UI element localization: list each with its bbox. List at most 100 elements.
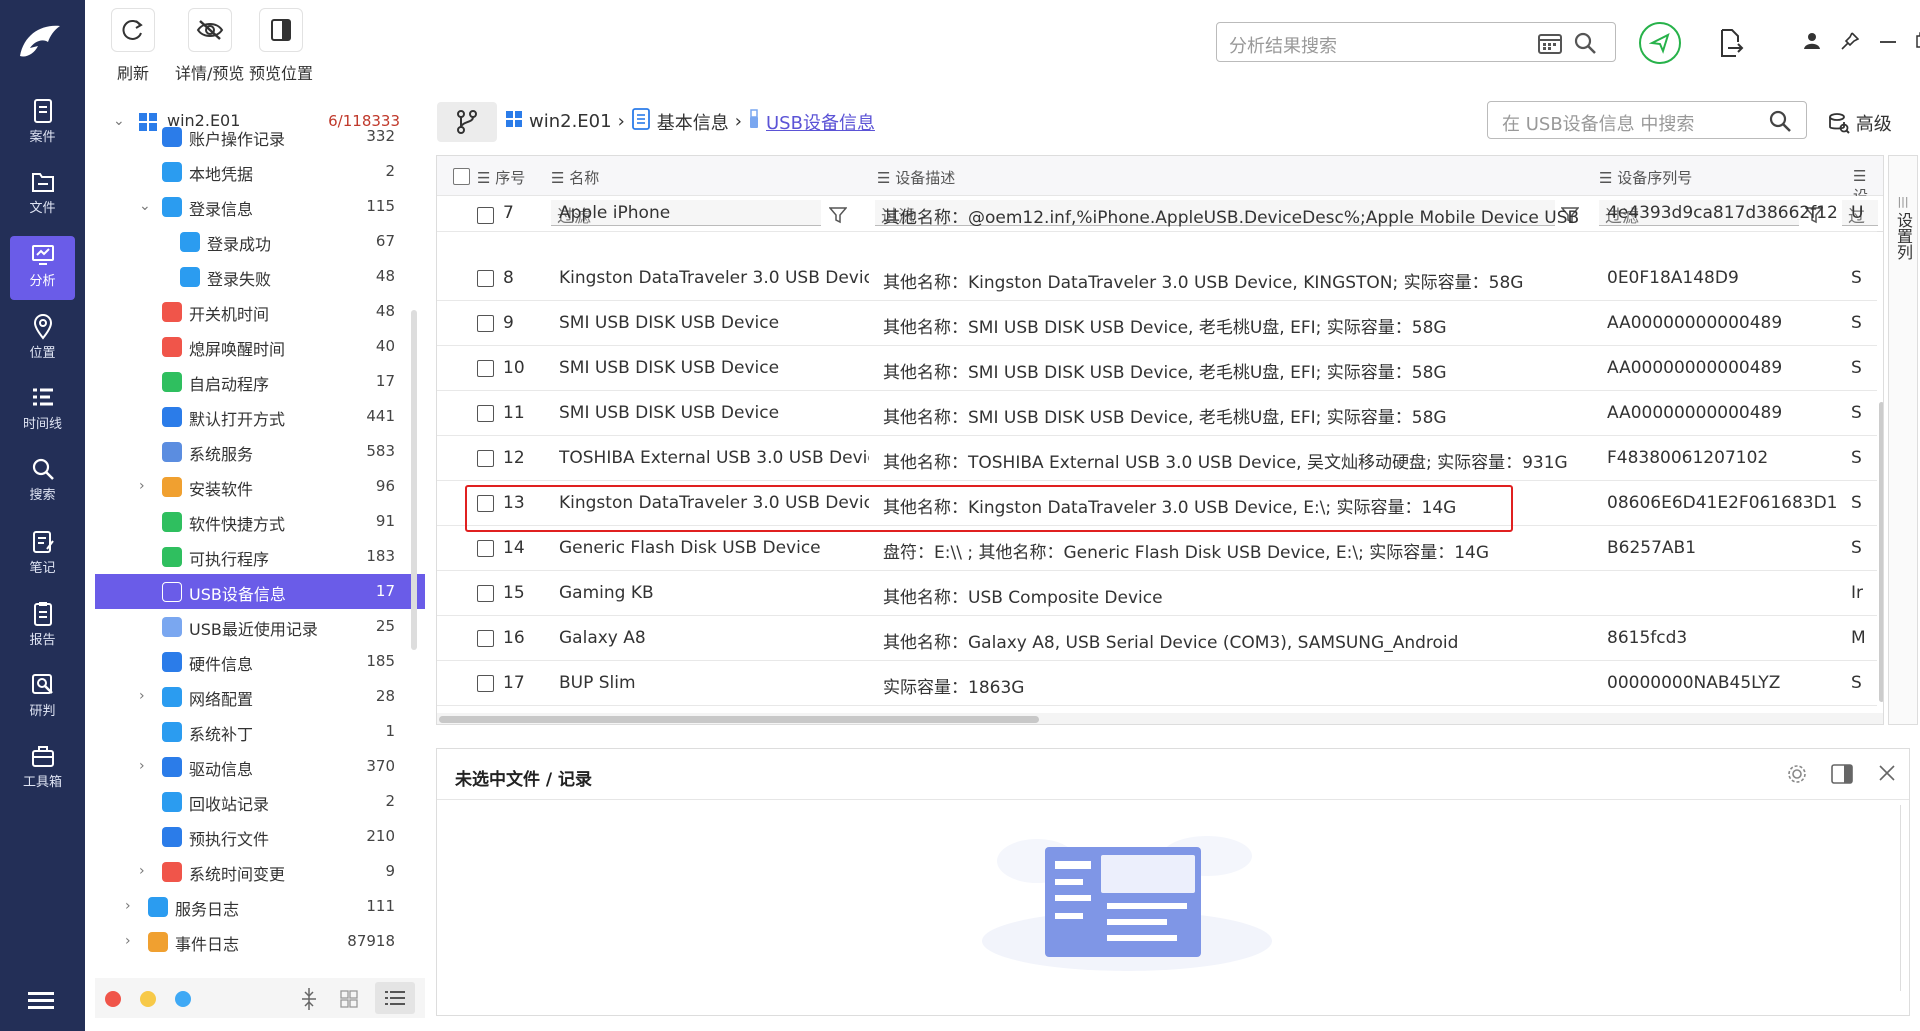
branch-button[interactable]	[437, 102, 497, 142]
tree-scrollbar[interactable]	[411, 310, 417, 650]
chevron-right-icon[interactable]: ›	[125, 933, 131, 949]
export-button-icon[interactable]	[1718, 28, 1744, 62]
tree-item[interactable]: USB最近使用记录 25	[95, 609, 425, 644]
nav-item-case[interactable]: 案件	[10, 92, 75, 156]
list-view-icon[interactable]	[375, 982, 415, 1014]
nav-item-judge[interactable]: 研判	[10, 666, 75, 730]
table-row[interactable]: 15 Gaming KB 其他名称：USB Composite Device Ir	[437, 571, 1877, 616]
tree-item[interactable]: 自启动程序 17	[95, 364, 425, 399]
row-checkbox[interactable]	[477, 630, 494, 647]
row-checkbox[interactable]	[477, 405, 494, 422]
row-checkbox[interactable]	[477, 450, 494, 467]
tree-item[interactable]: › 网络配置 28	[95, 679, 425, 714]
tree-item[interactable]: 账户操作记录 332	[95, 119, 425, 154]
tree-item[interactable]: 硬件信息 185	[95, 644, 425, 679]
row-checkbox[interactable]	[477, 585, 494, 602]
tree-item[interactable]: 可执行程序 183	[95, 539, 425, 574]
close-panel-icon[interactable]	[1877, 763, 1897, 787]
status-shield-icon[interactable]	[1639, 22, 1681, 64]
table-row[interactable]: 8 Kingston DataTraveler 3.0 USB Device 其他名…	[437, 256, 1877, 301]
table-row[interactable]: 14 Generic Flash Disk USB Device 盘符：E:\\ ;…	[437, 526, 1877, 571]
calendar-icon[interactable]	[1537, 31, 1563, 60]
blue-filter-dot[interactable]	[175, 991, 191, 1007]
preview-position-button[interactable]: 预览位置	[249, 8, 313, 84]
table-vscrollbar[interactable]	[1878, 232, 1883, 712]
breadcrumb-level1[interactable]: 基本信息	[657, 109, 729, 135]
table-hscrollbar[interactable]	[437, 713, 1883, 724]
tree-item[interactable]: USB设备信息 17	[95, 574, 425, 609]
breadcrumb-root[interactable]: win2.E01	[529, 111, 612, 132]
tree-item[interactable]: 软件快捷方式 91	[95, 504, 425, 539]
tree-item[interactable]: ⌄ 登录信息 115	[95, 189, 425, 224]
col-header-index[interactable]: ☰ 序号	[477, 167, 525, 188]
row-checkbox[interactable]	[477, 540, 494, 557]
table-row[interactable]: 7 Apple iPhone 其他名称：@oem12.inf,%iPhone.App…	[437, 203, 1877, 232]
red-filter-dot[interactable]	[105, 991, 121, 1007]
select-all-checkbox[interactable]	[453, 168, 470, 185]
table-row[interactable]: 11 SMI USB DISK USB Device 其他名称：SMI USB DI…	[437, 391, 1877, 436]
table-row[interactable]: 10 SMI USB DISK USB Device 其他名称：SMI USB DI…	[437, 346, 1877, 391]
column-settings-button[interactable]: ||| 设置列	[1888, 155, 1918, 725]
table-row[interactable]: 12 TOSHIBA External USB 3.0 USB Device 其他名…	[437, 436, 1877, 481]
chevron-right-icon[interactable]: ›	[139, 863, 145, 879]
col-header-serial[interactable]: ☰ 设备序列号	[1599, 167, 1692, 188]
tree-item[interactable]: 本地凭据 2	[95, 154, 425, 189]
nav-item-search[interactable]: 搜索	[10, 450, 75, 514]
tree-item[interactable]: 默认打开方式 441	[95, 399, 425, 434]
tree-item[interactable]: 熄屏唤醒时间 40	[95, 329, 425, 364]
nav-item-analysis[interactable]: 分析	[10, 236, 75, 300]
tree-item[interactable]: 登录成功 67	[95, 224, 425, 259]
nav-item-notes[interactable]: 笔记	[10, 523, 75, 587]
tree-item[interactable]: › 驱动信息 370	[95, 749, 425, 784]
row-checkbox[interactable]	[477, 360, 494, 377]
nav-item-report[interactable]: 报告	[10, 595, 75, 659]
chevron-right-icon[interactable]: ›	[125, 898, 131, 914]
yellow-filter-dot[interactable]	[140, 991, 156, 1007]
tree-item[interactable]: 系统补丁 1	[95, 714, 425, 749]
tree-item[interactable]: 回收站记录 2	[95, 784, 425, 819]
table-row[interactable]: 17 BUP Slim 实际容量：1863G 00000000NAB45LYZ S	[437, 661, 1877, 706]
advanced-search-button[interactable]: 高级	[1828, 110, 1892, 136]
nav-item-timeline[interactable]: 时间线	[10, 379, 75, 443]
tree-item[interactable]: › 安装软件 96	[95, 469, 425, 504]
search-icon[interactable]	[1768, 109, 1792, 138]
collapse-all-icon[interactable]	[300, 988, 318, 1014]
nav-item-location[interactable]: 位置	[10, 308, 75, 372]
table-row[interactable]: 16 Galaxy A8 其他名称：Galaxy A8, USB Serial De…	[437, 616, 1877, 661]
panel-layout-icon[interactable]	[1831, 763, 1853, 789]
chevron-right-icon[interactable]: ›	[139, 688, 145, 704]
settings-gear-icon[interactable]	[1786, 763, 1808, 789]
row-checkbox[interactable]	[477, 315, 494, 332]
grid-search-input[interactable]: 在 USB设备信息 中搜索	[1487, 101, 1807, 139]
detail-preview-button[interactable]: 详情/预览	[175, 8, 244, 84]
refresh-button[interactable]: 刷新	[111, 8, 155, 84]
search-icon[interactable]	[1573, 31, 1597, 60]
tree-item[interactable]: 登录失败 48	[95, 259, 425, 294]
col-header-desc[interactable]: ☰ 设备描述	[877, 167, 955, 188]
minimize-icon[interactable]	[1880, 32, 1896, 52]
menu-icon[interactable]	[28, 990, 56, 1014]
row-checkbox[interactable]	[477, 270, 494, 287]
row-checkbox[interactable]	[477, 675, 494, 692]
chevron-down-icon[interactable]: ⌄	[139, 198, 151, 214]
nav-item-folder[interactable]: 文件	[10, 163, 75, 227]
tree-item[interactable]: 预执行文件 210	[95, 819, 425, 854]
restore-icon[interactable]	[1916, 32, 1920, 52]
row-checkbox[interactable]	[477, 207, 494, 224]
detail-scrollbar[interactable]	[1900, 805, 1907, 991]
tree-item[interactable]: › 事件日志 87918	[95, 924, 425, 959]
tree-item[interactable]: 开关机时间 48	[95, 294, 425, 329]
pin-icon[interactable]	[1841, 32, 1860, 54]
tree-item[interactable]: 系统服务 583	[95, 434, 425, 469]
chevron-right-icon[interactable]: ›	[139, 478, 145, 494]
breadcrumb-current[interactable]: USB设备信息	[766, 109, 875, 135]
tree-item[interactable]: › 系统时间变更 9	[95, 854, 425, 889]
chevron-right-icon[interactable]: ›	[139, 758, 145, 774]
tree-item[interactable]: › 服务日志 111	[95, 889, 425, 924]
nav-item-toolbox[interactable]: 工具箱	[10, 737, 75, 801]
col-header-name[interactable]: ☰ 名称	[551, 167, 599, 188]
analysis-search-input[interactable]: 分析结果搜索	[1216, 22, 1616, 62]
grid-view-icon[interactable]	[340, 990, 358, 1012]
user-icon[interactable]	[1803, 32, 1821, 54]
table-row[interactable]: 9 SMI USB DISK USB Device 其他名称：SMI USB DIS…	[437, 301, 1877, 346]
